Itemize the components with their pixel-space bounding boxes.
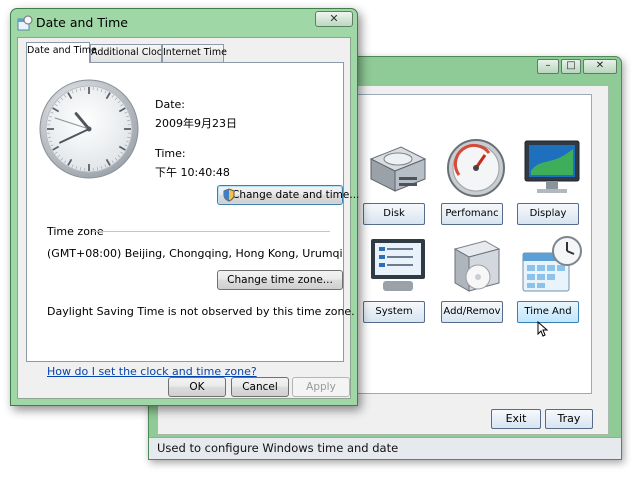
applet-button-system[interactable]: System (363, 301, 425, 323)
dst-note: Daylight Saving Time is not observed by … (47, 305, 355, 318)
tab-date-and-time[interactable]: Date and Time (26, 42, 97, 63)
display-monitor-icon (524, 140, 580, 193)
calendar-clock-icon (522, 236, 582, 292)
dialog-title: Date and Time (36, 15, 128, 30)
applet-time-and-date: Time And (517, 235, 583, 365)
mouse-cursor-icon (537, 321, 549, 337)
date-time-app-icon (17, 15, 33, 31)
disk-icon (369, 146, 427, 192)
status-bar: Used to configure Windows time and date (149, 437, 621, 459)
exit-button[interactable]: Exit (491, 409, 541, 429)
system-checklist-icon (371, 239, 425, 291)
applet-button-display[interactable]: Display (517, 203, 579, 225)
applet-button-performance[interactable]: Perfomanc (441, 203, 503, 225)
date-value: 2009年9月23日 (155, 117, 237, 130)
applet-button-add-remove[interactable]: Add/Remov (441, 301, 503, 323)
dialog-close-button[interactable]: ✕ (315, 11, 353, 27)
tab-internet-time[interactable]: Internet Time (162, 44, 227, 62)
tray-button[interactable]: Tray (545, 409, 593, 429)
add-remove-programs-icon (453, 240, 501, 292)
time-label: Time: (155, 147, 186, 160)
analog-clock (39, 79, 139, 179)
close-button[interactable]: ✕ (583, 59, 617, 74)
time-value: 下午 10:40:48 (155, 166, 230, 179)
applet-button-disk[interactable]: Disk (363, 203, 425, 225)
ok-button[interactable]: OK (168, 377, 226, 397)
maximize-button[interactable]: □ (561, 59, 581, 74)
dialog-body: Date and Time Additional Clocks Internet… (17, 37, 359, 399)
applet-button-time-and-date[interactable]: Time And (517, 301, 579, 323)
date-and-time-dialog: Date and Time ✕ Date and Time Additional… (10, 8, 359, 406)
change-timezone-button[interactable]: Change time zone... (217, 270, 343, 290)
timezone-divider (92, 231, 330, 232)
change-date-time-label: Change date and time... (232, 189, 360, 201)
cancel-button[interactable]: Cancel (231, 377, 289, 397)
applet-system: System (363, 235, 429, 365)
change-date-time-button[interactable]: Change date and time... (217, 185, 359, 205)
tab-additional-clocks[interactable]: Additional Clocks (90, 44, 172, 62)
apply-button[interactable]: Apply (292, 377, 350, 397)
performance-gauge-icon (447, 139, 505, 197)
applet-add-remove: Add/Remov (441, 235, 507, 365)
tab-panel: Date: 2009年9月23日 Time: 下午 10:40:48 Chang… (26, 62, 359, 378)
date-label: Date: (155, 98, 185, 111)
help-link[interactable]: How do I set the clock and time zone? (47, 365, 257, 378)
minimize-button[interactable]: – (537, 59, 559, 74)
timezone-value: (GMT+08:00) Beijing, Chongqing, Hong Kon… (47, 247, 343, 260)
uac-shield-icon (223, 188, 235, 202)
